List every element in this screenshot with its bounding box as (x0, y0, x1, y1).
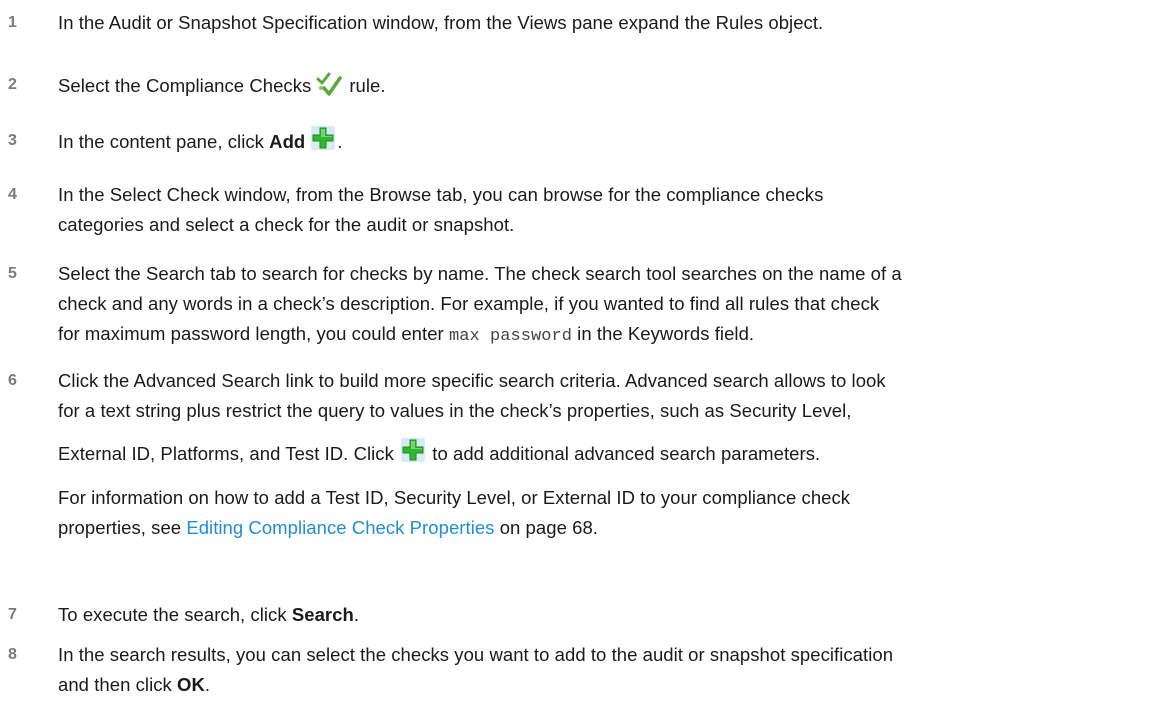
step-number: 5 (8, 265, 17, 282)
step-text-line: in the Keywords field. (571, 323, 755, 344)
step-text-line: and then click (58, 674, 178, 695)
compliance-checks-icon (315, 70, 343, 98)
step-text-line: In the Select Check window, from the Bro… (58, 184, 824, 205)
step-text-suffix: . (204, 674, 211, 695)
step-text: Select the Compliance Checks (58, 75, 312, 96)
note-line: For information on how to add a Test ID,… (58, 487, 851, 508)
step-text: In the content pane, click (58, 131, 270, 152)
step-text-line: External ID, Platforms, and Test ID. Cli… (58, 443, 400, 464)
step-text-line: Click the Advanced Search link to build … (58, 370, 886, 391)
editing-compliance-check-properties-link[interactable]: Editing Compliance Check Properties (186, 517, 494, 538)
step-text-suffix: . (337, 131, 343, 152)
step-number: 3 (8, 132, 17, 149)
step-text-line: for maximum password length, you could e… (58, 323, 449, 344)
step-text-line: to add additional advanced search parame… (427, 443, 821, 464)
step-text-line: check and any words in a check’s descrip… (58, 293, 880, 314)
step-number: 4 (8, 186, 17, 203)
note-text: on page 68. (494, 517, 598, 538)
step-text-line: In the search results, you can select th… (58, 644, 894, 665)
step-text: To execute the search, click (58, 604, 292, 625)
search-label: Search (291, 604, 354, 625)
step-text-line: for a text string plus restrict the quer… (58, 400, 852, 421)
step-text-suffix: . (353, 604, 360, 625)
step-text-line: Select the Search tab to search for chec… (58, 263, 902, 284)
add-icon (311, 126, 336, 150)
step-number: 8 (8, 646, 17, 663)
procedure-document: 1 In the Audit or Snapshot Specification… (0, 0, 1170, 707)
keyword-example: max password (448, 327, 572, 346)
step-text-suffix: rule. (349, 75, 386, 96)
step-number: 2 (8, 76, 17, 93)
add-icon (401, 438, 426, 462)
note-text: properties, see (58, 517, 187, 538)
ok-label: OK (177, 674, 205, 695)
step-text-line: categories and select a check for the au… (58, 214, 515, 235)
step-number: 6 (8, 372, 17, 389)
add-label: Add (269, 131, 306, 152)
step-text: In the Audit or Snapshot Specification w… (58, 12, 824, 33)
step-number: 7 (8, 606, 17, 623)
step-number: 1 (8, 14, 17, 31)
